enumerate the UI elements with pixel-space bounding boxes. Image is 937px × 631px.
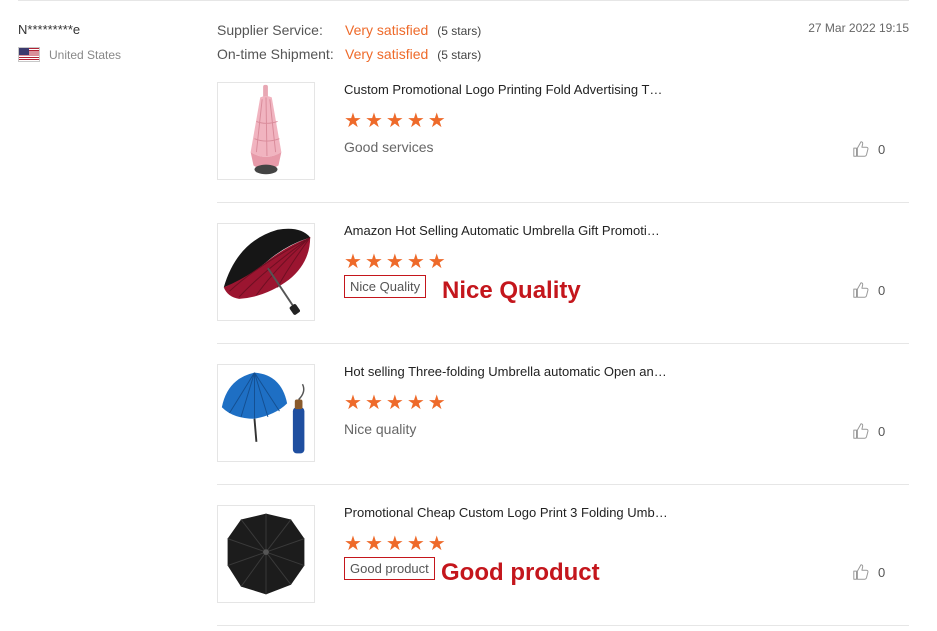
rating-value: Very satisfied	[345, 46, 429, 62]
country-name: United States	[49, 47, 122, 62]
like-button[interactable]: 0	[852, 422, 885, 440]
star-icon: ★	[406, 110, 425, 132]
item-divider	[217, 625, 909, 626]
star-icon: ★	[364, 533, 383, 555]
product-thumbnail[interactable]	[217, 364, 315, 462]
rating-stars-text: (5 stars)	[437, 48, 482, 62]
like-count: 0	[878, 564, 886, 580]
star-rating: ★ ★ ★ ★ ★	[344, 252, 446, 272]
review-comment: Good product	[344, 557, 435, 580]
review-item: Amazon Hot Selling Automatic Umbrella Gi…	[217, 203, 909, 344]
star-icon: ★	[344, 251, 362, 273]
star-icon: ★	[427, 110, 446, 132]
rating-value: Very satisfied	[345, 22, 429, 38]
star-icon: ★	[364, 392, 383, 414]
star-icon: ★	[364, 251, 383, 273]
star-icon: ★	[364, 110, 383, 132]
thumbs-up-icon	[853, 141, 869, 157]
star-icon: ★	[344, 533, 362, 555]
star-icon: ★	[385, 392, 404, 414]
star-icon: ★	[385, 110, 404, 132]
star-icon: ★	[385, 533, 404, 555]
like-button[interactable]: 0	[852, 563, 885, 581]
blue-umbrella-with-sleeve-image	[218, 365, 314, 461]
star-rating: ★ ★ ★ ★ ★	[344, 393, 446, 413]
product-title[interactable]: Promotional Cheap Custom Logo Print 3 Fo…	[344, 505, 668, 520]
pink-folded-umbrella-image	[218, 83, 314, 179]
supplier-service-rating: Supplier Service: Very satisfied (5 star…	[217, 22, 481, 38]
rating-label: On-time Shipment:	[217, 46, 334, 62]
reviewer-name: N*********e	[18, 22, 81, 37]
like-button[interactable]: 0	[852, 281, 885, 299]
star-icon: ★	[344, 110, 362, 132]
highlight-annotation: Good product	[441, 559, 600, 586]
top-divider	[18, 0, 909, 1]
like-button[interactable]: 0	[852, 140, 885, 158]
star-icon: ★	[427, 533, 446, 555]
review-item: Promotional Cheap Custom Logo Print 3 Fo…	[217, 485, 909, 626]
product-thumbnail[interactable]	[217, 82, 315, 180]
star-icon: ★	[406, 251, 425, 273]
black-red-open-umbrella-image	[218, 224, 314, 320]
product-thumbnail[interactable]	[217, 505, 315, 603]
like-count: 0	[878, 282, 886, 298]
like-count: 0	[878, 141, 886, 157]
like-count: 0	[878, 423, 886, 439]
ontime-shipment-rating: On-time Shipment: Very satisfied (5 star…	[217, 46, 481, 62]
rating-label: Supplier Service:	[217, 22, 323, 38]
us-flag-icon	[18, 47, 40, 62]
review-comment: Nice Quality	[344, 275, 427, 298]
black-open-umbrella-image	[218, 506, 314, 602]
rating-stars-text: (5 stars)	[437, 24, 482, 38]
thumbs-up-icon	[853, 564, 869, 580]
highlight-annotation: Nice Quality	[442, 277, 581, 304]
product-title[interactable]: Hot selling Three-folding Umbrella autom…	[344, 364, 667, 379]
reviewer-country: United States	[18, 47, 121, 62]
star-icon: ★	[406, 533, 425, 555]
product-title[interactable]: Custom Promotional Logo Printing Fold Ad…	[344, 82, 662, 97]
review-comment: Nice quality	[344, 421, 417, 437]
star-icon: ★	[427, 392, 446, 414]
product-title[interactable]: Amazon Hot Selling Automatic Umbrella Gi…	[344, 223, 660, 238]
star-rating: ★ ★ ★ ★ ★	[344, 111, 446, 131]
thumbs-up-icon	[853, 423, 869, 439]
star-icon: ★	[406, 392, 425, 414]
product-thumbnail[interactable]	[217, 223, 315, 321]
review-item: Hot selling Three-folding Umbrella autom…	[217, 344, 909, 485]
star-rating: ★ ★ ★ ★ ★	[344, 534, 446, 554]
review-item: Custom Promotional Logo Printing Fold Ad…	[217, 62, 909, 203]
thumbs-up-icon	[853, 282, 869, 298]
star-icon: ★	[385, 251, 404, 273]
review-date: 27 Mar 2022 19:15	[808, 21, 909, 35]
star-icon: ★	[427, 251, 446, 273]
star-icon: ★	[344, 392, 362, 414]
review-comment: Good services	[344, 139, 434, 155]
